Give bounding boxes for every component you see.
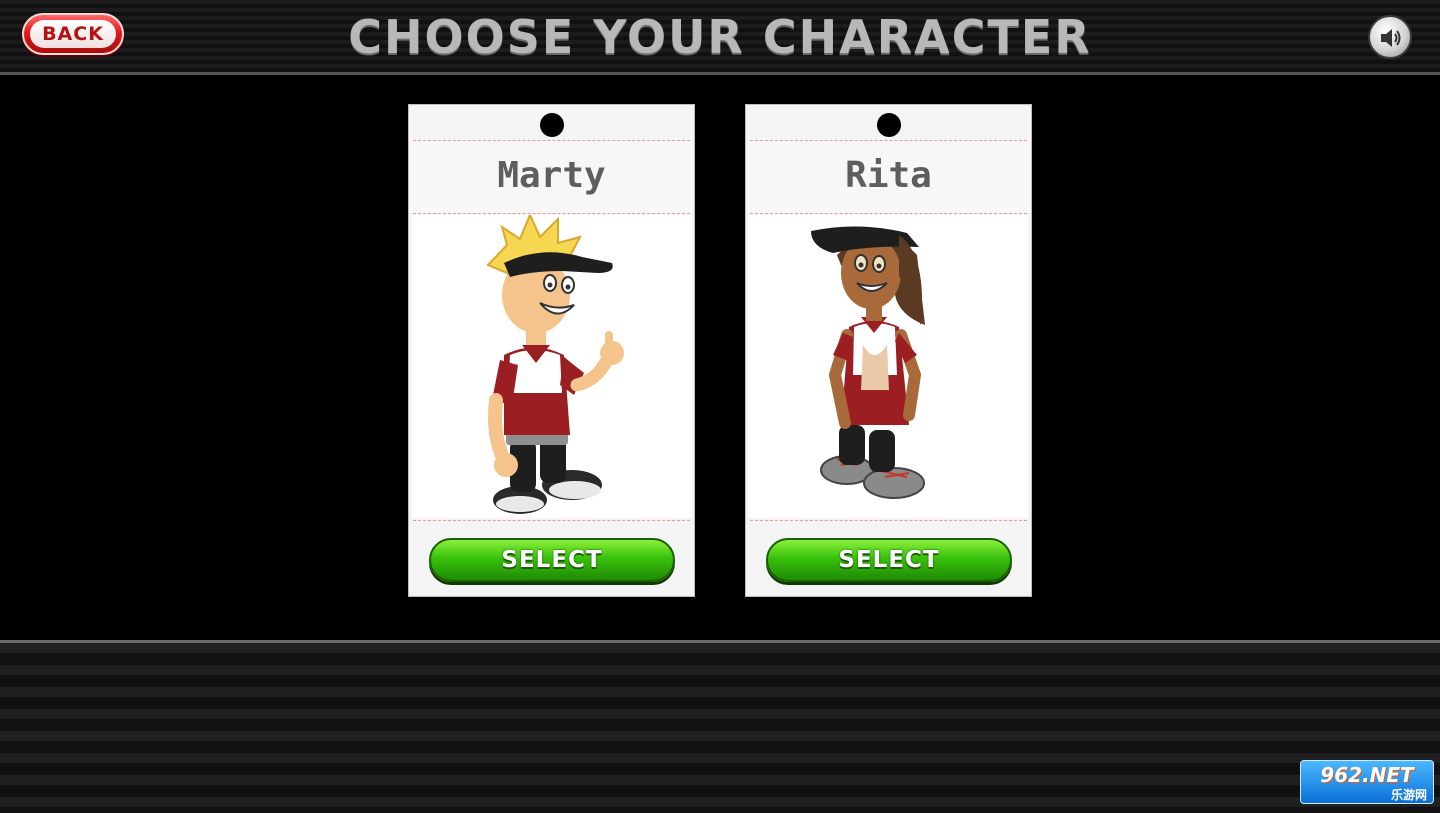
dashed-divider — [413, 213, 690, 214]
page-title: CHOOSE YOUR CHARACTER — [348, 10, 1092, 64]
character-name: Rita — [845, 155, 932, 196]
top-bar: BACK CHOOSE YOUR CHARACTER — [0, 0, 1440, 75]
watermark-bottom-text: 乐游网 — [1390, 788, 1427, 802]
dashed-divider — [750, 213, 1027, 214]
select-button-rita[interactable]: SELECT — [766, 538, 1012, 582]
select-button-marty[interactable]: SELECT — [429, 538, 675, 582]
character-card-rita: Rita SELECT — [745, 104, 1032, 597]
dashed-divider — [413, 520, 690, 521]
sound-toggle-button[interactable] — [1368, 15, 1412, 59]
bottom-bar — [0, 640, 1440, 813]
card-hole — [877, 113, 901, 137]
watermark-top-text: 962.NET — [1320, 763, 1414, 787]
watermark-logo: 962.NET 乐游网 — [1300, 760, 1434, 804]
character-card-marty: Marty SELECT — [408, 104, 695, 597]
dashed-divider — [750, 140, 1027, 141]
character-name: Marty — [497, 155, 606, 196]
card-hole — [540, 113, 564, 137]
rita-character-illustration — [749, 215, 1028, 518]
marty-character-illustration — [412, 215, 691, 518]
dashed-divider — [750, 520, 1027, 521]
speaker-icon — [1381, 29, 1401, 47]
dashed-divider — [413, 140, 690, 141]
